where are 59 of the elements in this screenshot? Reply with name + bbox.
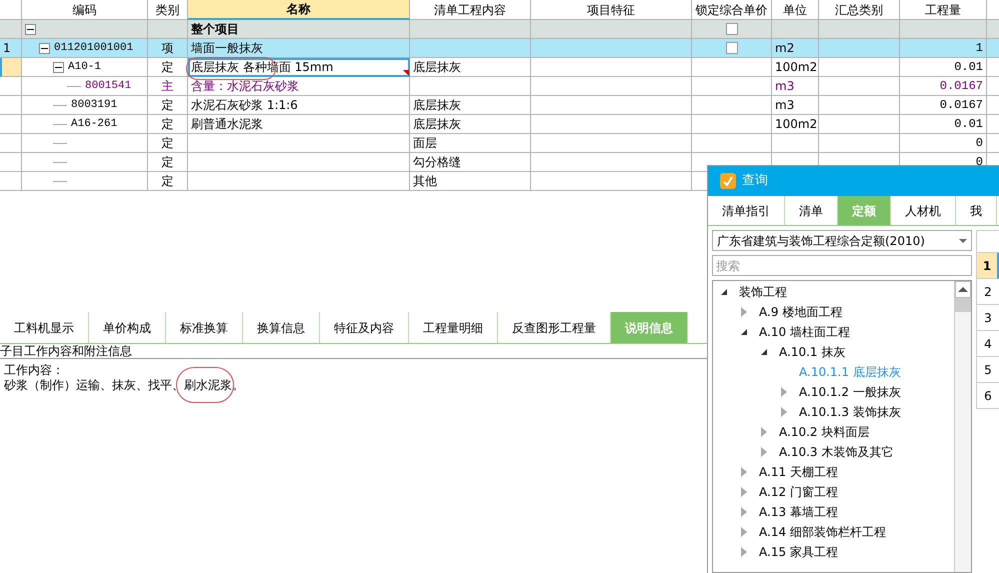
collapsed-triangle-icon[interactable] — [741, 487, 747, 497]
tree-item[interactable]: A.11 天棚工程 — [759, 463, 838, 481]
item-code: 8001541 — [85, 78, 132, 94]
tree-item[interactable]: A.10.2 块料面层 — [779, 423, 870, 441]
tree-item[interactable]: A.9 楼地面工程 — [759, 303, 842, 321]
description-text: 工作内容： — [4, 363, 64, 378]
collapse-toggle[interactable] — [25, 24, 36, 34]
tree-item[interactable]: A.12 门窗工程 — [759, 483, 838, 501]
item-code: A16-261 — [71, 116, 118, 132]
collapsed-triangle-icon[interactable] — [741, 507, 747, 517]
tree-item[interactable]: A.10.1.3 装饰抹灰 — [799, 403, 901, 421]
scroll-thumb[interactable] — [955, 298, 971, 312]
collapsed-triangle-icon[interactable] — [781, 387, 787, 397]
table-cell: 定 — [148, 172, 188, 191]
item-code: 8003191 — [71, 98, 118, 113]
collapse-toggle[interactable] — [39, 42, 50, 54]
tree-item[interactable]: A.10.1.2 一般抹灰 — [799, 383, 901, 401]
section-heading: 子目工作内容和附注信息 — [0, 344, 132, 358]
library-dropdown[interactable]: 广东省建筑与装饰工程综合定额(2010) — [712, 230, 972, 251]
tree-item[interactable]: A.13 幕墙工程 — [759, 503, 838, 521]
panel-title: 查询 — [742, 172, 768, 190]
column-header[interactable]: 名称 — [188, 0, 410, 20]
scroll-up-icon[interactable] — [955, 281, 971, 298]
scrollbar[interactable] — [954, 281, 971, 572]
expanded-triangle-icon[interactable] — [741, 329, 747, 335]
expanded-triangle-icon[interactable] — [761, 349, 767, 355]
collapse-toggle[interactable] — [53, 62, 64, 72]
result-row-number[interactable]: 3 — [976, 305, 999, 331]
collapsed-triangle-icon[interactable] — [741, 547, 747, 557]
item-code: 011201001001 — [54, 40, 134, 56]
collapsed-triangle-icon[interactable] — [761, 427, 767, 437]
checkbox[interactable] — [726, 42, 738, 54]
tree-item[interactable]: A.10 墙柱面工程 — [759, 323, 850, 341]
collapsed-triangle-icon[interactable] — [741, 307, 747, 317]
result-row-number[interactable]: 2 — [976, 279, 999, 305]
collapsed-triangle-icon[interactable] — [781, 407, 787, 417]
tree-item[interactable]: 装饰工程 — [739, 283, 787, 301]
result-row-number[interactable]: 5 — [976, 357, 999, 383]
expanded-triangle-icon[interactable] — [721, 289, 727, 295]
collapsed-triangle-icon[interactable] — [761, 447, 767, 457]
item-code: A10-1 — [68, 60, 102, 75]
result-row-number[interactable]: 6 — [976, 383, 999, 409]
collapsed-triangle-icon[interactable] — [741, 467, 747, 477]
tree-item[interactable]: A.10.1 抹灰 — [779, 343, 846, 361]
tree-item[interactable]: A.14 细部装饰栏杆工程 — [759, 523, 886, 541]
search-field[interactable]: 搜索 — [712, 255, 972, 276]
tree-item[interactable]: A.15 家具工程 — [759, 543, 838, 561]
table-cell: 其他 — [410, 172, 531, 191]
tree-item[interactable]: A.10.3 木装饰及其它 — [779, 443, 894, 461]
tree-line — [53, 142, 67, 144]
tree-line — [53, 104, 67, 106]
result-row-number[interactable]: 4 — [976, 331, 999, 357]
table-cell: 墙面一般抹灰 — [188, 39, 410, 58]
result-row-number[interactable]: 1 — [976, 253, 999, 279]
checkbox[interactable] — [726, 23, 738, 35]
app-logo-icon — [720, 173, 736, 189]
dropdown-caret-icon — [959, 238, 967, 242]
collapsed-triangle-icon[interactable] — [741, 527, 747, 537]
tree-line — [53, 180, 67, 182]
